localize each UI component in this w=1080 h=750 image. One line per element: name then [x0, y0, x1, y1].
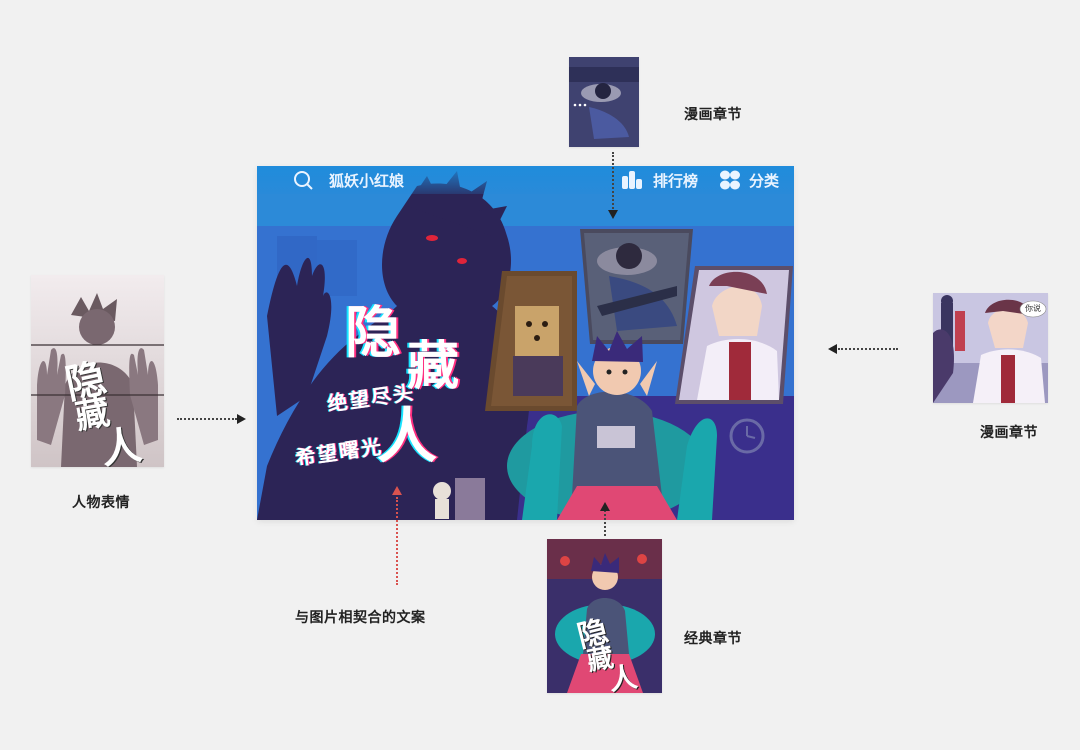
thumbnail-top-art: [569, 57, 639, 147]
category-button[interactable]: 分类: [749, 170, 779, 191]
arrow-bottom-line: [604, 510, 606, 536]
label-comic-chapter-top: 漫画章节: [684, 106, 742, 122]
thumbnail-left-title-3: 人: [98, 422, 145, 467]
arrow-right-line: [838, 348, 898, 350]
label-classic-chapter: 经典章节: [684, 630, 742, 646]
search-input[interactable]: 狐妖小红娘: [329, 170, 404, 191]
thumbnail-chapter-right[interactable]: 你说: [933, 293, 1048, 403]
ranking-button[interactable]: 排行榜: [653, 170, 698, 191]
label-comic-chapter-right: 漫画章节: [980, 424, 1038, 440]
thumbnail-speech-bubble: 你说: [1025, 304, 1041, 313]
arrow-left-line: [177, 418, 237, 420]
arrow-top-line: [612, 152, 614, 212]
arrow-copy-head: [392, 486, 402, 495]
search-icon[interactable]: [293, 170, 313, 190]
category-icon[interactable]: [719, 169, 741, 191]
thumbnail-classic-chapter[interactable]: 隐 藏 人: [547, 539, 662, 693]
thumbnail-chapter-top[interactable]: [569, 57, 639, 147]
arrow-bottom-head: [600, 502, 610, 511]
thumbnail-character-expression[interactable]: 隐 藏 人: [31, 275, 164, 467]
comic-banner[interactable]: 狐妖小红娘 排行榜 分类 隐 藏 人 绝望尽头 希望曙光: [257, 166, 794, 520]
label-character-expression: 人物表情: [72, 494, 130, 510]
title-char-1: 隐: [345, 303, 401, 365]
diagram-stage: 狐妖小红娘 排行榜 分类 隐 藏 人 绝望尽头 希望曙光 漫画章节 你说 漫画章…: [0, 0, 1080, 750]
label-matching-copy: 与图片相契合的文案: [295, 609, 426, 625]
arrow-left-head: [237, 414, 246, 424]
banner-artwork: [257, 166, 794, 520]
thumbnail-bottom-title-3: 人: [607, 662, 640, 693]
ranking-icon[interactable]: [621, 170, 643, 190]
arrow-right-head: [828, 344, 837, 354]
arrow-top-head: [608, 210, 618, 219]
arrow-copy-line: [396, 497, 398, 585]
